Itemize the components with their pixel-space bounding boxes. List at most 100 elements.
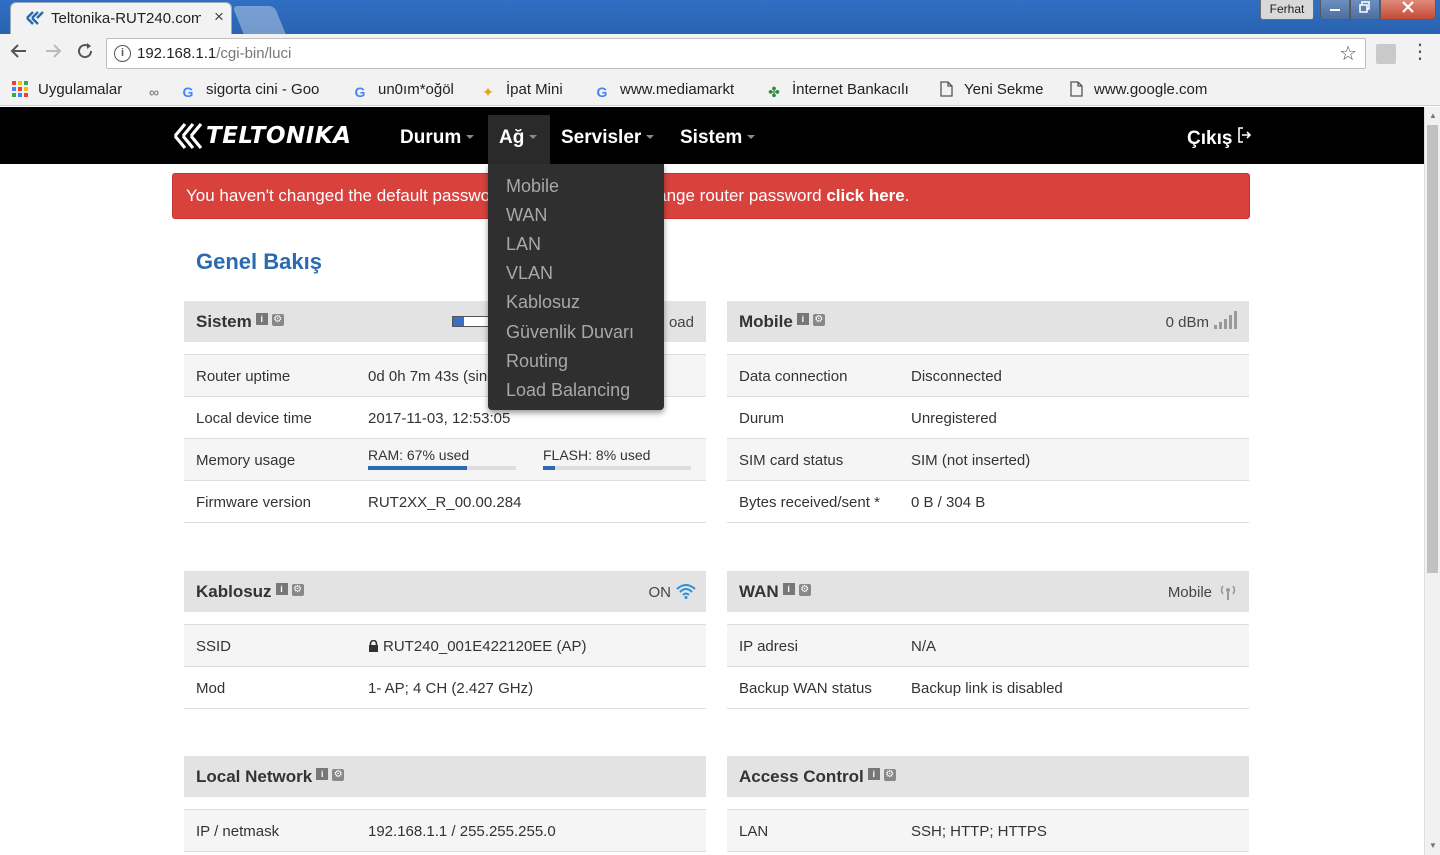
bookmark-label: Yeni Sekme [964,81,1044,98]
default-password-alert: You haven't changed the default passwo an… [172,173,1250,219]
row-value: 0 B / 304 B [911,494,986,511]
new-tab-button[interactable] [232,6,286,34]
back-button[interactable] [6,42,32,66]
menu-item-vlan[interactable]: VLAN [506,263,553,284]
menu-item-lan[interactable]: LAN [506,234,541,255]
menu-item-routing[interactable]: Routing [506,351,568,372]
nav-servisler[interactable]: Servisler [561,127,655,149]
site-info-icon[interactable]: i [114,45,131,62]
menu-item-wan[interactable]: WAN [506,205,547,226]
nav-ag-label: Ağ [499,127,525,148]
gear-icon[interactable]: ⚙ [883,769,896,781]
panel-wan-rows: IP adresi N/A Backup WAN status Backup lin… [727,624,1249,709]
row-key: SSID [196,638,232,655]
browser-tab-active[interactable]: Teltonika-RUT240.com × [10,2,232,34]
info-icon[interactable]: i [316,768,329,780]
menu-item-load-balancing[interactable]: Load Balancing [506,380,630,401]
panel-access-control-header: Access Control i ⚙ [727,756,1249,797]
link-icon: ∞ [149,84,159,100]
flash-bar-fill [543,466,555,470]
bookmark-google[interactable]: www.google.com [1068,81,1207,101]
info-icon[interactable]: i [796,313,809,325]
url-path: /cgi-bin/luci [216,45,292,62]
menu-item-kablosuz[interactable]: Kablosuz [506,292,580,313]
profile-button[interactable]: Ferhat [1260,0,1314,20]
ram-label: RAM: 67% used [368,447,470,463]
caret-down-icon [747,135,756,139]
reload-button[interactable] [72,42,98,66]
panel-mobile-rows: Data connection Disconnected Durum Unregis… [727,354,1249,523]
tab-close-icon[interactable]: × [209,7,229,27]
nav-durum[interactable]: Durum [400,127,475,149]
info-icon[interactable]: i [275,583,288,595]
panel-title-text: Access Control [739,767,864,786]
page-icon [1068,81,1084,97]
gear-icon[interactable]: ⚙ [271,314,284,326]
row-key: IP adresi [739,638,798,655]
gear-icon[interactable]: ⚙ [812,314,825,326]
ipat-icon: ✦ [482,84,494,100]
browser-menu-icon[interactable]: ⋮ [1410,42,1430,62]
router-page: TELTONIKA Durum Ağ Servisler Sistem Çıkı… [0,107,1424,855]
scrollbar-thumb[interactable] [1427,125,1438,573]
gear-icon[interactable]: ⚙ [332,769,345,781]
forward-button[interactable] [40,42,66,66]
info-icon[interactable]: i [255,313,268,325]
bookmarks-bar: Uygulamalar ∞ Gsigorta cini - Goo Gun0ım… [0,74,1440,106]
info-icon[interactable]: i [867,768,880,780]
alert-text-left: You haven't changed the default passwo [186,186,491,205]
arrow-right-icon [46,44,62,58]
row-value: 192.168.1.1 / 255.255.255.0 [368,823,556,840]
wifi-status-text: ON [648,584,672,601]
bookmark-apps[interactable]: Uygulamalar [12,81,122,101]
row-key: Router uptime [196,368,291,385]
row-value: 1- AP; 4 CH (2.427 GHz) [368,680,534,697]
google-icon: G [596,84,608,100]
bookmark-mediamarkt[interactable]: Gwww.mediamarkt [594,81,735,101]
gear-icon[interactable]: ⚙ [291,584,304,596]
bookmark-un0im[interactable]: Gun0ım*oğöl [352,81,454,101]
menu-item-guvenlik-duvari[interactable]: Güvenlik Duvarı [506,322,634,343]
row-value: 0d 0h 7m 43s (sinc [368,368,495,385]
nav-ag[interactable]: Ağ [499,127,538,149]
close-icon [1402,1,1414,13]
wan-status-text: Mobile [1167,584,1212,601]
bookmark-label: un0ım*oğöl [378,81,454,98]
panel-title-text: WAN [739,582,779,601]
panel-title: Access Control i ⚙ [739,767,896,787]
bookmark-link[interactable]: ∞ [146,81,172,101]
table-row: Backup WAN status Backup link is disabled [727,667,1249,709]
row-key: Bytes received/sent * [739,494,880,511]
row-value: 2017-11-03, 12:53:05 [368,410,511,427]
bookmark-ipat[interactable]: ✦ İpat Mini [480,81,563,101]
bookmark-star-icon[interactable]: ☆ [1339,41,1357,66]
scroll-up-icon[interactable]: ▲ [1428,111,1438,120]
extension-icon[interactable] [1376,44,1396,64]
table-row: LAN SSH; HTTP; HTTPS [727,810,1249,852]
bookmark-label: Uygulamalar [38,81,123,98]
table-row: Bytes received/sent * 0 B / 304 B [727,481,1249,523]
bookmark-sigorta[interactable]: Gsigorta cini - Goo [180,81,320,101]
bookmark-yeni-sekme[interactable]: Yeni Sekme [938,81,1044,101]
gear-icon[interactable]: ⚙ [798,584,811,596]
teltonika-logo[interactable]: TELTONIKA [172,119,352,153]
nav-sistem[interactable]: Sistem [680,127,756,149]
menu-item-mobile[interactable]: Mobile [506,176,559,197]
panel-title-text: Kablosuz [196,582,272,601]
scroll-down-icon[interactable]: ▼ [1428,841,1438,850]
bookmark-internet-bank[interactable]: ✤ İnternet Bankacılı [766,81,909,101]
logout-button[interactable]: Çıkış [1187,127,1252,150]
address-bar[interactable]: i 192.168.1.1/cgi-bin/luci ☆ [106,38,1366,69]
nav-durum-label: Durum [400,127,462,148]
row-value: Disconnected [911,368,1002,385]
alert-click-here-link[interactable]: click here [826,186,904,205]
restore-button[interactable] [1350,0,1380,20]
caret-down-icon [529,135,538,139]
info-icon[interactable]: i [782,583,795,595]
panel-access-control: Access Control i ⚙ LAN SSH; HTTP; HTTPS [727,756,1249,855]
close-window-button[interactable] [1380,0,1436,20]
minimize-button[interactable] [1320,0,1350,20]
row-value: Unregistered [911,410,997,427]
page-scrollbar[interactable]: ▲ ▼ [1424,107,1440,855]
browser-toolbar: i 192.168.1.1/cgi-bin/luci ☆ ⋮ [0,34,1440,74]
